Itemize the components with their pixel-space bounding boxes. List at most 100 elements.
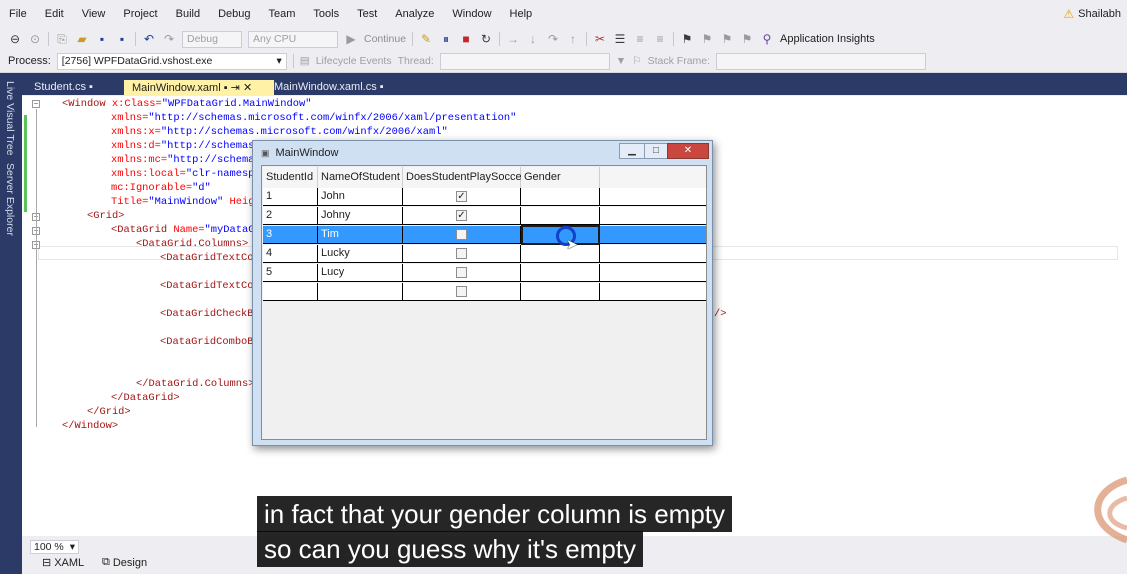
clear-bookmarks-icon[interactable]: ⚑ bbox=[740, 32, 754, 46]
window-title-bar[interactable]: ▣ MainWindow bbox=[261, 147, 338, 159]
column-header-gender[interactable]: Gender bbox=[521, 167, 600, 188]
column-header-nameofstudent[interactable]: NameOfStudent bbox=[318, 167, 403, 188]
maximize-button[interactable]: □ bbox=[644, 143, 668, 159]
cell-studentid[interactable] bbox=[263, 283, 318, 301]
threads-icon[interactable]: ☰ bbox=[613, 32, 627, 46]
stop-icon[interactable]: ■ bbox=[459, 32, 473, 46]
zoom-control[interactable]: 100 % ▾ bbox=[30, 540, 80, 554]
process-combo[interactable]: [2756] WPFDataGrid.vshost.exe ▾ bbox=[56, 52, 287, 70]
soccer-checkbox[interactable]: ✓ bbox=[456, 210, 467, 221]
cell-studentid[interactable]: 4 bbox=[263, 245, 318, 263]
cell-studentid[interactable]: 2 bbox=[263, 207, 318, 225]
menu-tools[interactable]: Tools bbox=[304, 8, 348, 20]
pin-icon[interactable]: ▪ bbox=[89, 81, 93, 93]
cell-gender[interactable] bbox=[521, 283, 600, 301]
menu-test[interactable]: Test bbox=[348, 8, 386, 20]
close-icon[interactable]: ✕ bbox=[243, 82, 252, 94]
cell-nameofstudent[interactable]: Lucky bbox=[318, 245, 403, 263]
user-account[interactable]: ⚠ Shailabh bbox=[1063, 7, 1121, 21]
live-visual-tree-tab[interactable]: Live Visual Tree bbox=[4, 81, 16, 156]
soccer-checkbox[interactable]: ✓ bbox=[456, 191, 467, 202]
tools-icon[interactable]: ✂ bbox=[593, 32, 607, 46]
menu-build[interactable]: Build bbox=[167, 8, 209, 20]
cell-soccer[interactable] bbox=[403, 226, 521, 244]
menu-analyze[interactable]: Analyze bbox=[386, 8, 443, 20]
pin-icon[interactable]: ▪ bbox=[380, 81, 384, 93]
cell-studentid[interactable]: 3 bbox=[263, 226, 318, 244]
save-icon[interactable]: ▪ bbox=[95, 32, 109, 46]
redo-icon[interactable]: ↷ bbox=[162, 32, 176, 46]
cell-gender[interactable] bbox=[521, 207, 600, 225]
uncomment-icon[interactable]: ≡ bbox=[653, 32, 667, 46]
table-row[interactable]: 4 Lucky bbox=[263, 245, 706, 263]
thread-combo[interactable] bbox=[439, 52, 610, 70]
save-all-icon[interactable]: ▪ bbox=[115, 32, 129, 46]
play-icon[interactable]: ▶ bbox=[344, 32, 358, 46]
soccer-checkbox[interactable] bbox=[456, 248, 467, 259]
table-row-selected[interactable]: 3 Tim bbox=[263, 226, 706, 244]
soccer-checkbox[interactable] bbox=[456, 267, 467, 278]
fold-toggle-icon[interactable]: − bbox=[32, 100, 40, 108]
table-row[interactable]: 1 John ✓ bbox=[263, 188, 706, 206]
continue-button[interactable]: Continue bbox=[364, 33, 406, 45]
cell-soccer[interactable] bbox=[403, 264, 521, 282]
table-row[interactable]: 2 Johny ✓ bbox=[263, 207, 706, 225]
solution-platform-combo[interactable]: Any CPU bbox=[248, 30, 338, 48]
tab-design-view[interactable]: ⧉ Design bbox=[102, 556, 147, 569]
table-row[interactable]: 5 Lucy bbox=[263, 264, 706, 282]
cell-gender[interactable] bbox=[521, 264, 600, 282]
minimize-button[interactable]: ▁ bbox=[619, 143, 645, 159]
flag-icon[interactable]: ⚐ bbox=[632, 55, 641, 67]
prev-bookmark-icon[interactable]: ⚑ bbox=[700, 32, 714, 46]
column-header-doesstudentplaysoccer[interactable]: DoesStudentPlaySoccer bbox=[403, 167, 525, 188]
bookmark-icon[interactable]: ⚑ bbox=[680, 32, 694, 46]
tab-mainwindow-xaml[interactable]: MainWindow.xaml ▪ ⇥ ✕ bbox=[124, 80, 274, 96]
cell-nameofstudent[interactable] bbox=[318, 283, 403, 301]
restart-icon[interactable]: ↻ bbox=[479, 32, 493, 46]
back-icon[interactable]: ⊖ bbox=[8, 32, 22, 46]
menu-debug[interactable]: Debug bbox=[209, 8, 259, 20]
stack-frame-combo[interactable] bbox=[716, 52, 927, 70]
menu-help[interactable]: Help bbox=[501, 8, 542, 20]
menu-project[interactable]: Project bbox=[114, 8, 166, 20]
cell-nameofstudent[interactable]: Tim bbox=[318, 226, 403, 244]
cell-nameofstudent[interactable]: Johny bbox=[318, 207, 403, 225]
soccer-checkbox[interactable] bbox=[456, 229, 467, 240]
close-button[interactable]: ✕ bbox=[667, 143, 709, 159]
pause-icon[interactable]: ⏸ bbox=[439, 32, 453, 47]
soccer-checkbox[interactable] bbox=[456, 286, 467, 297]
undo-icon[interactable]: ↶ bbox=[142, 32, 156, 46]
cell-soccer[interactable]: ✓ bbox=[403, 188, 521, 206]
tab-mainwindow-xaml-cs[interactable]: MainWindow.xaml.cs ▪ bbox=[266, 80, 392, 96]
lifecycle-events-button[interactable]: Lifecycle Events bbox=[316, 55, 392, 67]
menu-window[interactable]: Window bbox=[443, 8, 500, 20]
next-bookmark-icon[interactable]: ⚑ bbox=[720, 32, 734, 46]
open-file-icon[interactable]: ▰ bbox=[75, 32, 89, 46]
menu-file[interactable]: File bbox=[0, 8, 36, 20]
pin-icon[interactable]: ▪ bbox=[224, 82, 228, 94]
table-row-new[interactable] bbox=[263, 283, 706, 301]
column-header-studentid[interactable]: StudentId bbox=[263, 167, 318, 188]
cell-nameofstudent[interactable]: Lucy bbox=[318, 264, 403, 282]
cell-soccer[interactable] bbox=[403, 283, 521, 301]
show-next-statement-icon[interactable]: → bbox=[506, 32, 520, 46]
step-out-icon[interactable]: ↑ bbox=[566, 32, 580, 46]
menu-team[interactable]: Team bbox=[260, 8, 305, 20]
new-project-icon[interactable]: ⎘ bbox=[55, 32, 69, 47]
cell-soccer[interactable]: ✓ bbox=[403, 207, 521, 225]
step-into-icon[interactable]: ↓ bbox=[526, 32, 540, 46]
comment-icon[interactable]: ≡ bbox=[633, 32, 647, 46]
cell-studentid[interactable]: 1 bbox=[263, 188, 318, 206]
menu-edit[interactable]: Edit bbox=[36, 8, 73, 20]
menu-view[interactable]: View bbox=[73, 8, 115, 20]
step-over-icon[interactable]: ↷ bbox=[546, 32, 560, 46]
tab-xaml-view[interactable]: ⊟ XAML bbox=[42, 556, 84, 570]
cell-studentid[interactable]: 5 bbox=[263, 264, 318, 282]
student-datagrid[interactable]: StudentId NameOfStudent DoesStudentPlayS… bbox=[261, 165, 707, 440]
pin-icon[interactable]: ⇥ bbox=[231, 82, 240, 94]
cell-gender[interactable] bbox=[521, 245, 600, 263]
forward-icon[interactable]: ⊙ bbox=[28, 32, 42, 46]
cell-nameofstudent[interactable]: John bbox=[318, 188, 403, 206]
tab-student-cs[interactable]: Student.cs ▪ bbox=[26, 80, 101, 96]
application-insights-button[interactable]: Application Insights bbox=[780, 33, 875, 45]
